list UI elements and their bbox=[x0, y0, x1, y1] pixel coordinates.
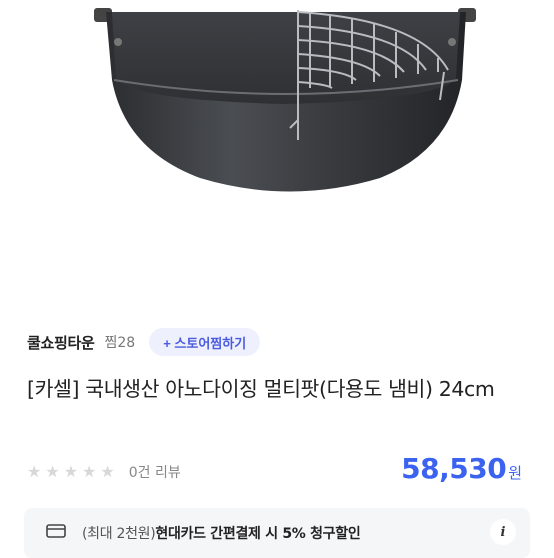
info-icon[interactable]: i bbox=[490, 519, 516, 545]
benefit-main: 현대카드 간편결제 시 5% 청구할인 bbox=[155, 526, 361, 542]
product-title: [카셀] 국내생산 아노다이징 멀티팟(다용도 냄비) 24cm bbox=[27, 377, 495, 401]
star-icon: ★ bbox=[100, 462, 115, 481]
star-icon: ★ bbox=[45, 462, 60, 481]
card-benefit-banner[interactable]: (최대 2천원)현대카드 간편결제 시 5% 청구할인 i bbox=[24, 508, 530, 558]
star-icon: ★ bbox=[82, 462, 97, 481]
price-unit: 원 bbox=[508, 464, 522, 482]
store-follow-button[interactable]: + 스토어찜하기 bbox=[149, 328, 261, 356]
store-zzim-count: 찜28 bbox=[104, 335, 136, 351]
store-row: 쿨쇼핑타운 찜28 + 스토어찜하기 bbox=[27, 326, 261, 358]
rating-stars: ★ ★ ★ ★ ★ bbox=[27, 464, 115, 480]
product-image[interactable] bbox=[0, 0, 554, 300]
star-icon: ★ bbox=[63, 462, 79, 481]
frying-pot-with-rack-image bbox=[94, 8, 476, 192]
benefit-prefix: (최대 2천원) bbox=[82, 526, 156, 542]
star-icon: ★ bbox=[27, 462, 42, 481]
review-count[interactable]: 0건 리뷰 bbox=[129, 462, 181, 482]
credit-card-icon bbox=[46, 524, 66, 538]
benefit-text: (최대 2천원)현대카드 간편결제 시 5% 청구할인 bbox=[82, 523, 361, 543]
store-name[interactable]: 쿨쇼핑타운 bbox=[27, 332, 95, 353]
price-value: 58,530 bbox=[401, 452, 507, 485]
price: 58,530 원 bbox=[401, 452, 522, 485]
